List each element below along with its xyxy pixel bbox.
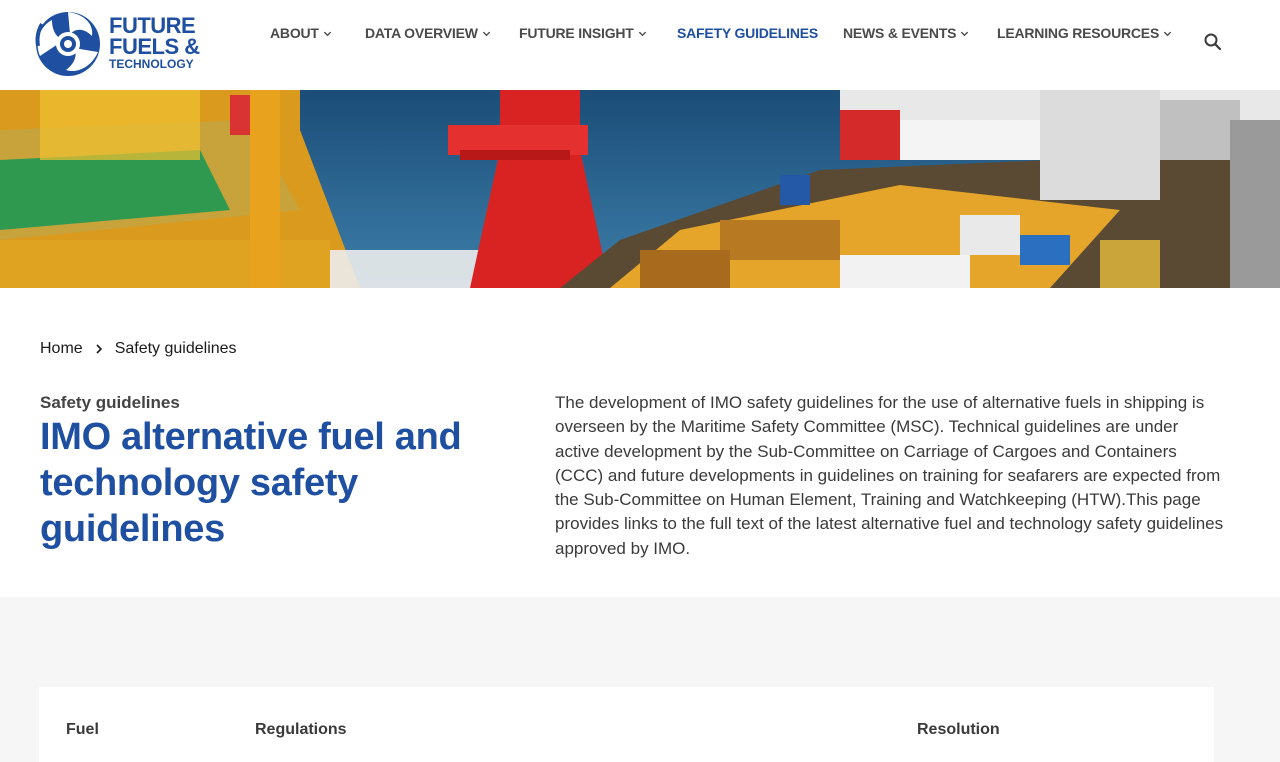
nav-item-safety-guidelines[interactable]: SAFETY GUIDELINES: [677, 25, 818, 41]
logo-line-2: FUELS &: [109, 33, 200, 59]
section-eyebrow: Safety guidelines: [40, 393, 180, 412]
offshore-vessel-deck-image: [0, 90, 1280, 288]
page-title: IMO alternative fuel and technology safe…: [40, 416, 462, 550]
nav-item-about[interactable]: ABOUT: [270, 25, 332, 41]
logo-wordmark: FUTURE FUELS & TECHNOLOGY: [109, 14, 200, 71]
breadcrumb-current: Safety guidelines: [114, 340, 237, 357]
site-header: FUTURE FUELS & TECHNOLOGY ABOUT DATA OVE…: [0, 0, 1280, 90]
table-header-resolution: Resolution: [917, 721, 1000, 738]
breadcrumb-home-link[interactable]: Home: [40, 340, 83, 358]
hero-banner: [0, 90, 1280, 288]
nav-label: SAFETY GUIDELINES: [677, 25, 819, 41]
chevron-down-icon: [323, 31, 331, 36]
nav-item-future-insight[interactable]: FUTURE INSIGHT: [519, 25, 647, 41]
search-icon[interactable]: [1203, 32, 1223, 52]
intro-paragraph: The development of IMO safety guidelines…: [555, 393, 1224, 558]
site-logo[interactable]: FUTURE FUELS & TECHNOLOGY: [32, 6, 200, 78]
nav-label: ABOUT: [270, 25, 319, 41]
table-header-fuel: Fuel: [66, 721, 99, 738]
chevron-down-icon: [638, 31, 646, 36]
chevron-right-icon: [96, 344, 102, 354]
chevron-down-icon: [482, 31, 490, 36]
nav-item-learning-resources[interactable]: LEARNING RESOURCES: [997, 25, 1172, 41]
logo-line-3: TECHNOLOGY: [109, 56, 194, 71]
chevron-down-icon: [961, 31, 969, 36]
propeller-logo-icon: [35, 12, 100, 76]
guidelines-table: [39, 687, 1214, 762]
nav-label: NEWS & EVENTS: [843, 25, 957, 41]
table-header-regulations: Regulations: [255, 721, 347, 738]
nav-item-data-overview[interactable]: DATA OVERVIEW: [365, 25, 491, 41]
chevron-down-icon: [1163, 31, 1172, 36]
breadcrumb: Home Safety guidelines: [40, 340, 237, 358]
nav-label: DATA OVERVIEW: [365, 25, 478, 41]
nav-label: LEARNING RESOURCES: [997, 25, 1160, 41]
nav-label: FUTURE INSIGHT: [519, 25, 634, 41]
nav-item-news-events[interactable]: NEWS & EVENTS: [843, 25, 969, 41]
